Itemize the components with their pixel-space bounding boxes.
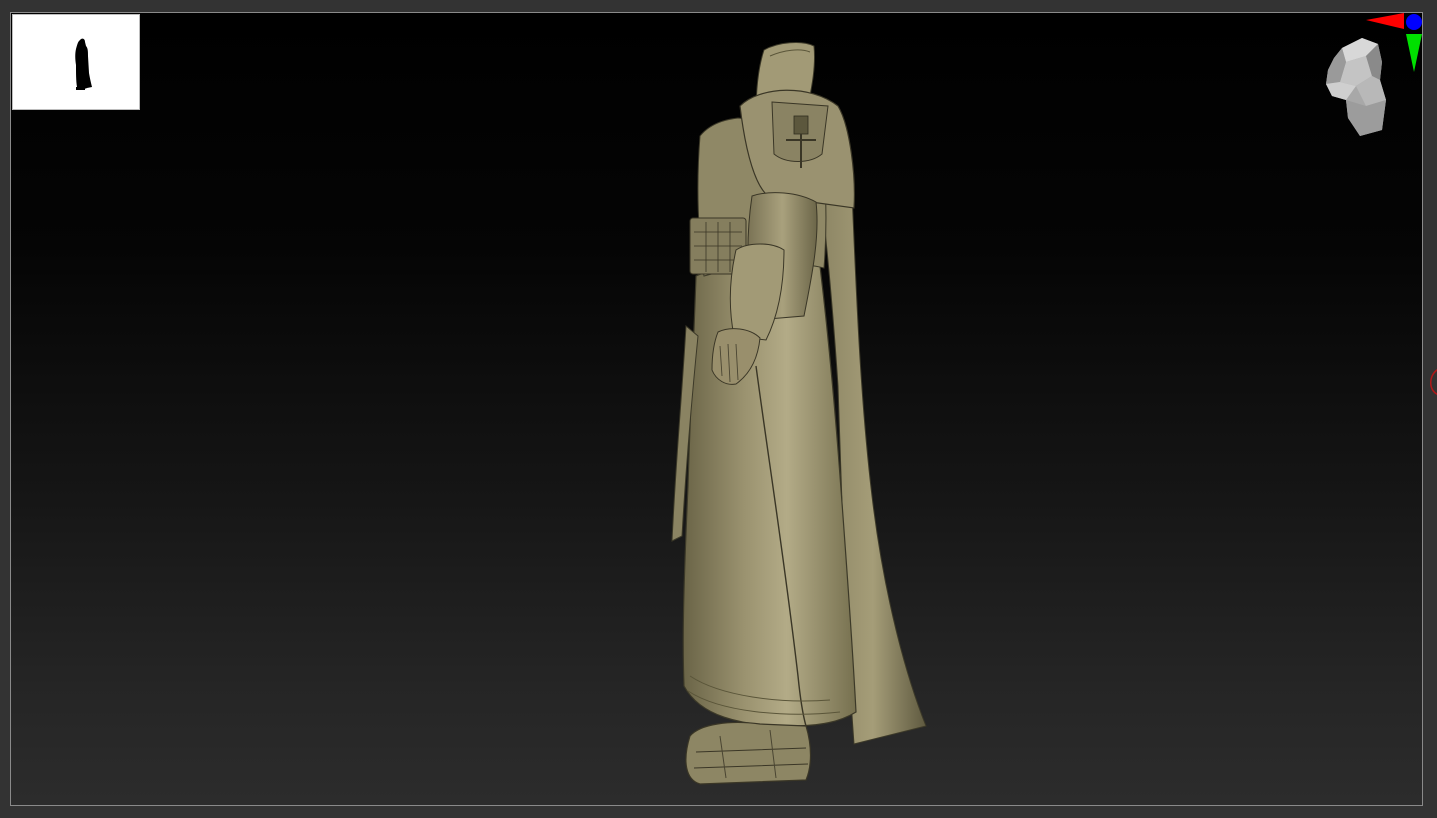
robed-figure-sculpt-model[interactable] [660, 36, 940, 788]
y-axis-green-icon[interactable] [1406, 34, 1422, 72]
z-axis-blue-icon[interactable] [1406, 14, 1422, 30]
orientation-gizmo[interactable] [1316, 10, 1428, 140]
navigator-thumbnail[interactable] [12, 14, 140, 110]
app-window [0, 0, 1437, 818]
navigator-silhouette-icon [75, 38, 92, 90]
x-axis-red-icon[interactable] [1366, 13, 1404, 29]
orientation-head-icon[interactable] [1326, 38, 1386, 136]
edge-cursor-icon [1430, 369, 1437, 395]
